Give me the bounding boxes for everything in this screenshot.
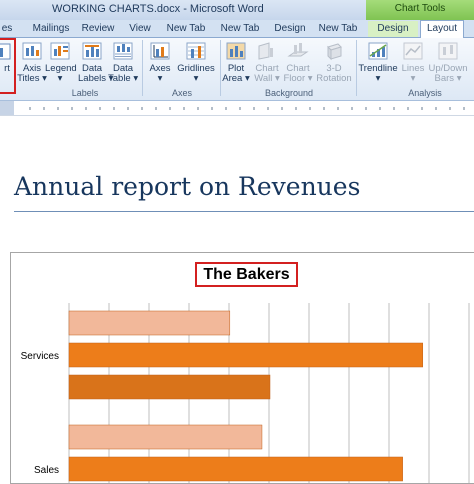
- trendline-icon: [368, 42, 388, 60]
- gridlines-button[interactable]: Gridlines ▾: [176, 40, 216, 86]
- axis-titles-button[interactable]: Axis Titles ▾: [17, 40, 47, 86]
- 3d-rotation-label-2: Rotation: [316, 73, 352, 84]
- chart-wall-icon: [258, 42, 273, 60]
- group-label-background: Background: [264, 88, 314, 98]
- chart-floor-label-2: Floor ▾: [283, 73, 313, 84]
- chart-floor-button[interactable]: Chart Floor ▾: [283, 40, 313, 86]
- tab-references[interactable]: es: [0, 21, 14, 37]
- gridlines-label-2: ▾: [193, 73, 199, 84]
- bar-sales-series-1[interactable]: [68, 424, 263, 450]
- legend-icon: [50, 42, 70, 60]
- ribbon-layout: rt Axis Titles ▾ Legend ▾ Data Labels ▾ …: [0, 38, 474, 101]
- chart-tools-header: Chart Tools: [366, 0, 474, 20]
- tab-view[interactable]: View: [126, 21, 154, 37]
- plot-area-icon: [226, 42, 246, 60]
- legend-button[interactable]: Legend ▾: [45, 40, 77, 86]
- tab-new-tab-2[interactable]: New Tab: [218, 21, 262, 37]
- heading-underline: [14, 211, 474, 212]
- axis-titles-label-2: Titles ▾: [17, 73, 47, 84]
- window-title: WORKING CHARTS.docx - Microsoft Word: [52, 3, 264, 15]
- axis-titles-icon: [22, 42, 42, 60]
- category-label: Services: [21, 351, 59, 362]
- gridlines-icon: [186, 42, 206, 60]
- tab-chart-design[interactable]: Design: [368, 21, 418, 37]
- lines-label-2: ▾: [410, 73, 416, 84]
- group-separator: [142, 40, 143, 96]
- data-table-label-2: Table ▾: [108, 73, 139, 84]
- tab-mailings[interactable]: Mailings: [28, 21, 74, 37]
- category-label: Sales: [34, 465, 59, 476]
- up-down-bars-label-2: Bars ▾: [434, 73, 462, 84]
- bar-sales-series-2[interactable]: [68, 456, 403, 482]
- document-heading[interactable]: Annual report on Revenues: [14, 172, 360, 201]
- highlight-box: [0, 38, 16, 94]
- 3d-rotation-button[interactable]: 3-D Rotation: [314, 40, 354, 86]
- axes-button[interactable]: Axes ▾: [146, 40, 174, 86]
- plot-area-button[interactable]: Plot Area ▾: [222, 40, 250, 86]
- trendline-label-2: ▾: [375, 73, 381, 84]
- tab-review[interactable]: Review: [80, 21, 116, 37]
- 3d-rotation-icon: [327, 43, 342, 61]
- tab-chart-layout[interactable]: Layout: [420, 20, 464, 38]
- group-separator: [220, 40, 221, 96]
- data-labels-icon: [82, 42, 102, 60]
- horizontal-ruler[interactable]: [0, 101, 474, 116]
- plot-area-label-2: Area ▾: [222, 73, 250, 84]
- chart-title[interactable]: The Bakers: [195, 262, 298, 287]
- chart-wall-label-2: Wall ▾: [254, 73, 280, 84]
- ruler-ticks: [29, 107, 465, 110]
- bar-chart[interactable]: Services Sales: [11, 253, 474, 483]
- ribbon-tab-row: es Mailings Review View New Tab New Tab …: [0, 20, 474, 38]
- data-table-icon: [113, 42, 133, 60]
- lines-button[interactable]: Lines ▾: [399, 40, 427, 86]
- data-table-button[interactable]: Data Table ▾: [108, 40, 138, 86]
- chart-floor-icon: [287, 43, 309, 57]
- bar-services-series-2[interactable]: [68, 342, 424, 368]
- up-down-bars-button[interactable]: Up/Down Bars ▾: [428, 40, 468, 86]
- tab-design[interactable]: Design: [272, 21, 308, 37]
- bar-services-series-3[interactable]: [68, 374, 271, 400]
- axes-icon: [150, 42, 170, 60]
- bar-services-series-1[interactable]: [68, 310, 231, 336]
- title-bar: WORKING CHARTS.docx - Microsoft Word Cha…: [0, 0, 474, 20]
- tab-new-tab-1[interactable]: New Tab: [164, 21, 208, 37]
- legend-label-2: ▾: [57, 73, 63, 84]
- chart-wall-button[interactable]: Chart Wall ▾: [252, 40, 282, 86]
- group-separator: [356, 40, 357, 96]
- group-label-analysis: Analysis: [408, 88, 442, 98]
- axes-label-2: ▾: [157, 73, 163, 84]
- tab-new-tab-3[interactable]: New Tab: [316, 21, 360, 37]
- data-labels-label-2: Labels ▾: [78, 73, 114, 84]
- lines-icon: [403, 42, 423, 60]
- group-label-axes: Axes: [171, 88, 192, 98]
- trendline-button[interactable]: Trendline ▾: [358, 40, 398, 86]
- group-label-labels: Labels: [71, 88, 99, 98]
- up-down-bars-icon: [438, 42, 458, 60]
- data-labels-button[interactable]: Data Labels ▾: [78, 40, 114, 86]
